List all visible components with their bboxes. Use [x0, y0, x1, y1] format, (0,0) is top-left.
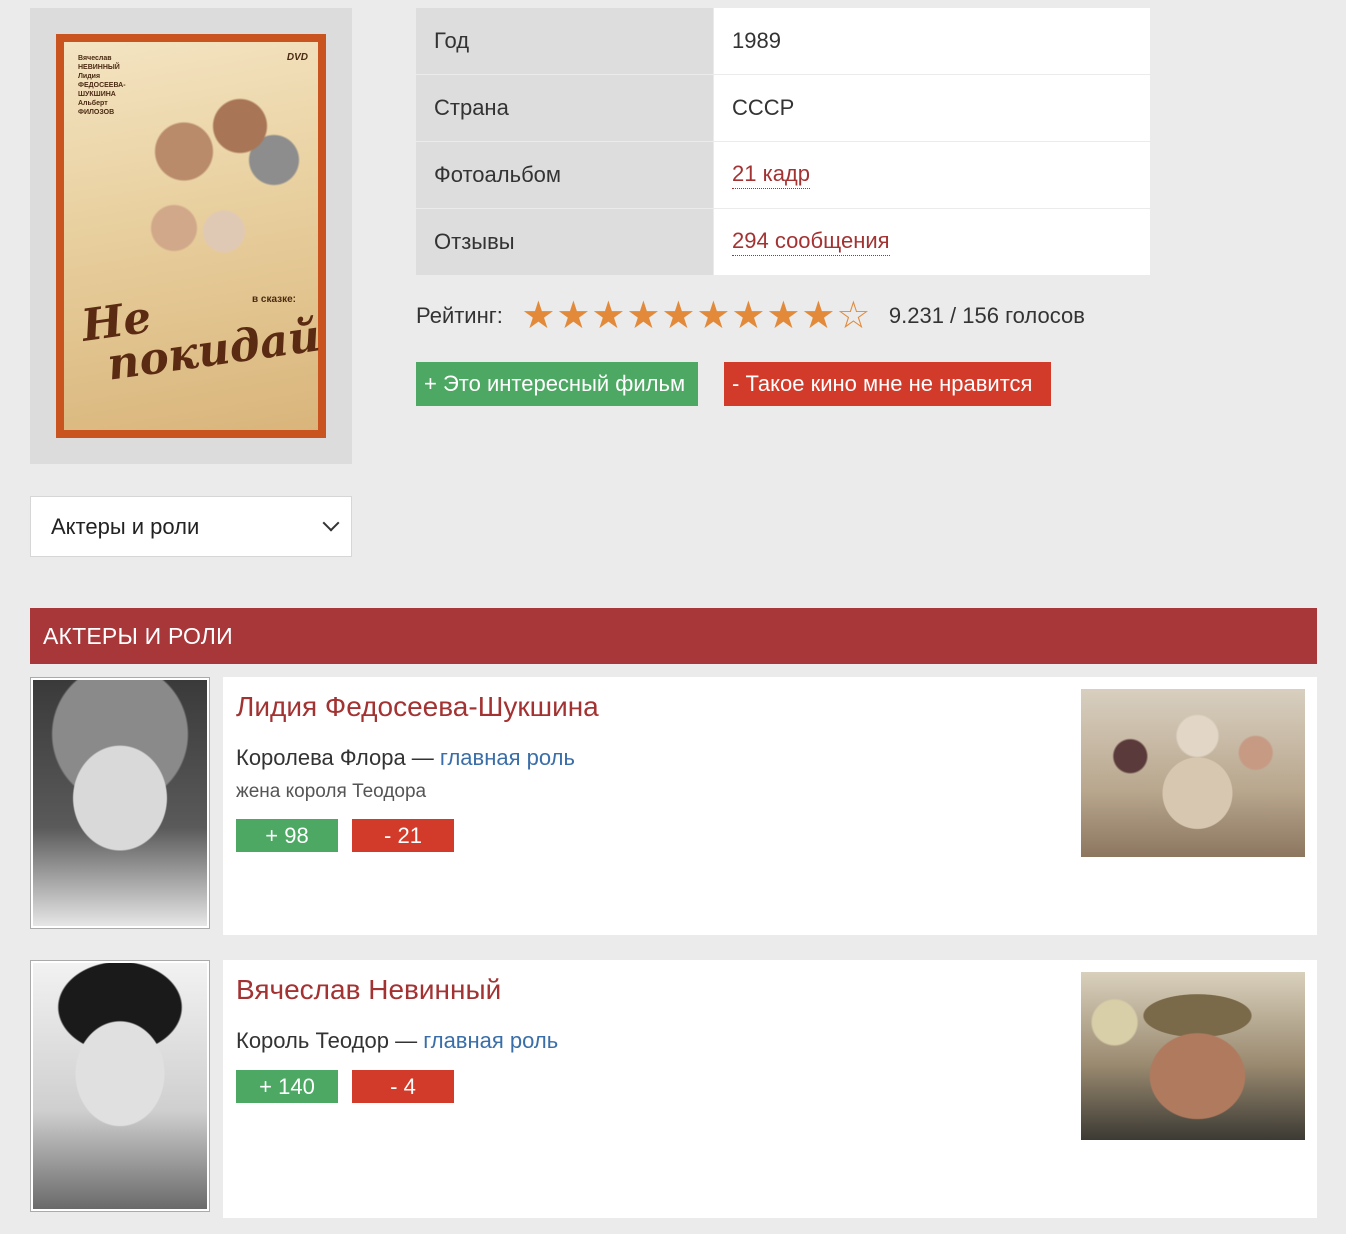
info-key: Страна — [416, 75, 713, 141]
star-filled-icon[interactable]: ★ — [801, 296, 836, 336]
star-filled-icon[interactable]: ★ — [766, 296, 801, 336]
role-separator: — — [388, 1028, 424, 1053]
role-separator: — — [405, 745, 440, 770]
poster-characters-image — [104, 92, 304, 262]
actor-role: Король Теодор — главная роль — [236, 1028, 558, 1054]
info-value: 294 сообщения — [714, 209, 1150, 275]
star-filled-icon[interactable]: ★ — [556, 296, 591, 336]
poster-dvd-logo: DVD — [286, 52, 308, 63]
info-value: СССР — [714, 75, 1150, 141]
actor-photo[interactable] — [30, 960, 210, 1212]
role-name: Королева Флора — [236, 745, 406, 770]
movie-info-table: Год 1989 Страна СССР Фотоальбом 21 кадр … — [416, 8, 1164, 276]
actor-upvote-button[interactable]: + 98 — [236, 819, 338, 852]
info-key: Отзывы — [416, 209, 713, 275]
actor-downvote-button[interactable]: - 21 — [352, 819, 454, 852]
star-filled-icon[interactable]: ★ — [626, 296, 661, 336]
poster-title: Не покидай — [78, 278, 323, 391]
like-movie-button[interactable]: + Это интересный фильм — [416, 362, 698, 406]
star-empty-icon[interactable]: ☆ — [836, 296, 871, 336]
info-row-reviews: Отзывы 294 сообщения — [416, 209, 1164, 275]
rating-block: Рейтинг: ★ ★ ★ ★ ★ ★ ★ ★ ★ ☆ 9.231 / 156 голосов — [416, 292, 1085, 340]
actor-name-link[interactable]: Лидия Федосеева-Шукшина — [236, 691, 599, 723]
info-value: 21 кадр — [714, 142, 1150, 208]
star-filled-icon[interactable]: ★ — [661, 296, 696, 336]
section-select[interactable]: Актеры и роли — [30, 496, 352, 557]
rating-stars[interactable]: ★ ★ ★ ★ ★ ★ ★ ★ ★ ☆ — [521, 296, 871, 336]
actor-portrait-image — [33, 963, 207, 1209]
rating-value: 9.231 / 156 голосов — [888, 303, 1085, 328]
actor-info: Лидия Федосеева-Шукшина Королева Флора —… — [223, 677, 1317, 935]
actor-card: Вячеслав Невинный Король Теодор — главна… — [30, 960, 1317, 1218]
star-filled-icon[interactable]: ★ — [591, 296, 626, 336]
role-name: Король Теодор — [236, 1028, 389, 1053]
actor-portrait-image — [33, 680, 207, 926]
info-key: Год — [416, 8, 713, 74]
rating-label: Рейтинг: — [416, 303, 503, 328]
dislike-movie-button[interactable]: - Такое кино мне не нравится — [724, 362, 1051, 406]
reviews-link[interactable]: 294 сообщения — [732, 228, 890, 256]
actor-upvote-button[interactable]: + 140 — [236, 1070, 338, 1103]
poster-container: Вячеслав НЕВИННЫЙ Лидия ФЕДОСЕЕВА- ШУКШИ… — [30, 8, 352, 464]
role-type-link[interactable]: главная роль — [423, 1028, 558, 1053]
actor-downvote-button[interactable]: - 4 — [352, 1070, 454, 1103]
movie-poster[interactable]: Вячеслав НЕВИННЫЙ Лидия ФЕДОСЕЕВА- ШУКШИ… — [56, 34, 326, 438]
country-value: СССР — [732, 95, 795, 120]
actor-info: Вячеслав Невинный Король Теодор — главна… — [223, 960, 1317, 1218]
role-still-image[interactable] — [1081, 689, 1305, 857]
actor-photo[interactable] — [30, 677, 210, 929]
info-value: 1989 — [714, 8, 1150, 74]
star-filled-icon[interactable]: ★ — [521, 296, 556, 336]
info-row-photoalbum: Фотоальбом 21 кадр — [416, 142, 1164, 208]
photoalbum-link[interactable]: 21 кадр — [732, 161, 810, 189]
poster-artwork: Вячеслав НЕВИННЫЙ Лидия ФЕДОСЕЕВА- ШУКШИ… — [64, 42, 323, 430]
info-row-country: Страна СССР — [416, 75, 1164, 141]
chevron-down-icon — [322, 514, 340, 532]
section-header: АКТЕРЫ И РОЛИ — [30, 608, 1317, 664]
info-row-year: Год 1989 — [416, 8, 1164, 74]
actor-role: Королева Флора — главная роль — [236, 745, 575, 771]
info-key: Фотоальбом — [416, 142, 713, 208]
actor-name-link[interactable]: Вячеслав Невинный — [236, 974, 501, 1006]
star-filled-icon[interactable]: ★ — [696, 296, 731, 336]
star-filled-icon[interactable]: ★ — [731, 296, 766, 336]
role-type-link[interactable]: главная роль — [440, 745, 575, 770]
role-description: жена короля Теодора — [236, 781, 427, 802]
actor-card: Лидия Федосеева-Шукшина Королева Флора —… — [30, 677, 1317, 935]
year-value: 1989 — [732, 28, 781, 53]
role-still-image[interactable] — [1081, 972, 1305, 1140]
section-select-value: Актеры и роли — [51, 513, 200, 539]
